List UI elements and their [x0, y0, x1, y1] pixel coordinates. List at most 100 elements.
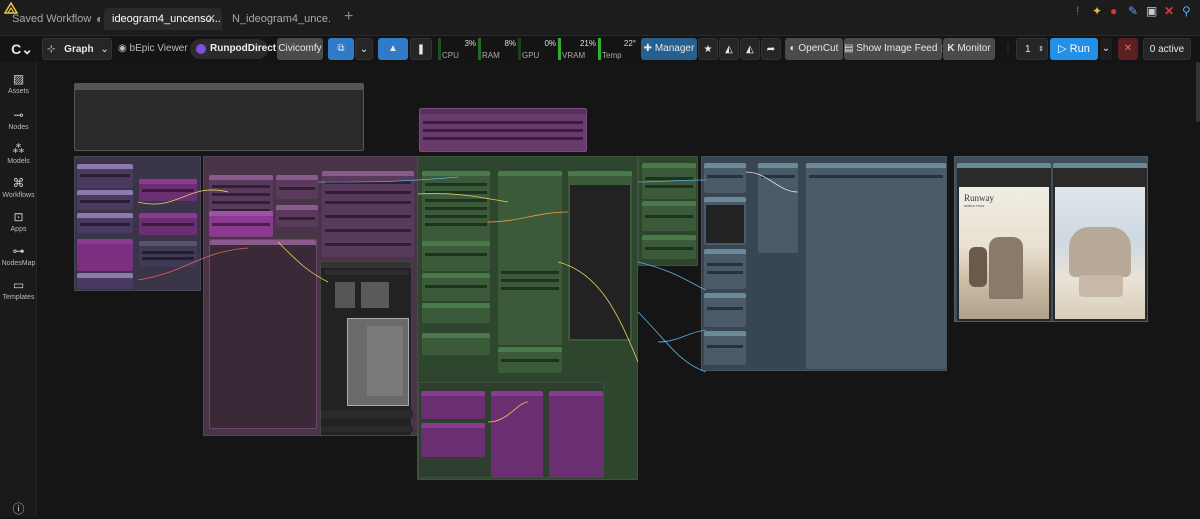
- monitor-label: CPU: [442, 51, 459, 60]
- share-button[interactable]: ➦: [761, 38, 781, 60]
- run-button[interactable]: ▷ Run: [1050, 38, 1098, 60]
- monitor-value: 3%: [464, 39, 476, 48]
- canvas-scrollbar[interactable]: [1196, 62, 1200, 122]
- group-loaders[interactable]: [74, 156, 201, 291]
- tab-label: Saved Workflow: [12, 13, 92, 25]
- graph-icon: ⊹: [47, 44, 56, 55]
- queue-count-value: 1: [1025, 44, 1031, 55]
- help-button[interactable]: ⓘ: [0, 500, 37, 519]
- note-node[interactable]: [74, 83, 364, 151]
- pen-extension-icon[interactable]: ✎: [1128, 4, 1138, 22]
- tab-bar: Saved Workflow ideogram4_uncenso... ✕ N_i…: [0, 0, 1200, 36]
- group-upscale[interactable]: [638, 156, 698, 266]
- monitor-temp: 22° Temp: [598, 38, 638, 60]
- monitor-button[interactable]: K Monitor: [943, 38, 995, 60]
- sidebar-item-models[interactable]: ⁂ Models: [0, 142, 37, 165]
- triangle-extension-button[interactable]: ▲: [378, 38, 408, 60]
- new-tab-plus-icon[interactable]: +: [344, 8, 353, 26]
- arrow-up-alt-button[interactable]: ◭: [740, 38, 760, 60]
- sidebar-item-label: NodesMap: [1, 260, 36, 267]
- opencut-icon: ◐: [789, 43, 796, 54]
- nodes-icon: ⊸: [13, 108, 24, 122]
- image-feed-label: Show Image Feed: [856, 43, 938, 54]
- screen-capture-icon: ⧉: [337, 43, 345, 54]
- play-icon: ▷: [1058, 43, 1067, 55]
- note-node-header: [75, 84, 363, 90]
- sidebar-item-label: Nodes: [8, 124, 29, 131]
- extension-alert-icon[interactable]: !: [1076, 4, 1079, 22]
- group-preview[interactable]: Runway WORLD TOUR: [954, 156, 1148, 322]
- opencut-button[interactable]: ◐ OpenCut: [785, 38, 843, 60]
- sidebar-item-label: Models: [7, 158, 30, 165]
- group-output[interactable]: [701, 156, 947, 371]
- sidebar: ▨ Assets ⊸ Nodes ⁂ Models ⌘ Workflows ⊡ Apps …: [0, 62, 37, 517]
- close-tab-icon[interactable]: ✕: [207, 8, 216, 30]
- civicomfy-button[interactable]: Civicomfy: [277, 38, 323, 60]
- image-editor-panel[interactable]: [320, 261, 413, 436]
- sidebar-item-workflows[interactable]: ⌘ Workflows: [0, 176, 37, 199]
- graph-mode-dropdown[interactable]: ⊹ Graph ⌄: [42, 38, 112, 60]
- share-icon: ➦: [766, 44, 776, 55]
- drag-handle-icon[interactable]: ⋮⋮: [1003, 38, 1023, 60]
- preview-image-2[interactable]: [1055, 187, 1145, 319]
- bepic-viewer-button[interactable]: ◉ bEpic Viewer: [118, 38, 188, 60]
- stepper-icon[interactable]: ⇕: [1038, 39, 1044, 61]
- monitor-value: 21%: [579, 39, 596, 48]
- capture-options-dropdown[interactable]: ⌄: [355, 38, 373, 60]
- preview-image-1[interactable]: Runway WORLD TOUR: [959, 187, 1049, 319]
- active-queue-button[interactable]: 0 active: [1143, 38, 1191, 60]
- sparkle-extension-icon[interactable]: ✦: [1092, 4, 1102, 22]
- stop-button[interactable]: ✕: [1118, 38, 1138, 60]
- runpod-icon: [196, 44, 206, 54]
- sidebar-item-assets[interactable]: ▨ Assets: [0, 72, 37, 95]
- puzzle-icon: ✚: [643, 43, 653, 54]
- monitor-label: VRAM: [562, 51, 586, 60]
- sidebar-item-nodesmap[interactable]: ⊶ NodesMap: [0, 244, 37, 267]
- star-button[interactable]: ★: [698, 38, 718, 60]
- runpod-label: RunpodDirect: [210, 43, 277, 54]
- triangle-icon: ◭: [725, 44, 733, 55]
- show-image-feed-button[interactable]: ▤ Show Image Feed ◎: [844, 38, 949, 60]
- close-extension-icon[interactable]: ✕: [1164, 4, 1174, 22]
- record-extension-icon[interactable]: ●: [1110, 4, 1117, 22]
- arrow-up-button[interactable]: ◭: [719, 38, 739, 60]
- monitor-ram: 8% RAM: [478, 38, 518, 60]
- monitor-level-bar: [518, 38, 521, 60]
- graph-mode-label: Graph: [64, 44, 94, 55]
- sitemap-icon: ⊶: [12, 244, 25, 258]
- screen-extension-icon[interactable]: ▣: [1146, 4, 1157, 22]
- triangle-logo-icon: ▲: [388, 43, 398, 54]
- screen-capture-button[interactable]: ⧉: [328, 38, 354, 60]
- prompt-node-top[interactable]: [419, 108, 587, 152]
- graph-canvas[interactable]: Runway WORLD TOUR: [38, 62, 1200, 517]
- sidebar-item-nodes[interactable]: ⊸ Nodes: [0, 108, 37, 131]
- sidebar-item-templates[interactable]: ▭ Templates: [0, 278, 37, 301]
- comfy-menu-logo-icon[interactable]: C⌄: [8, 38, 36, 60]
- runpod-direct-button[interactable]: RunpodDirect: [190, 39, 276, 59]
- monitor-k-icon: K: [947, 43, 955, 54]
- monitor-level-bar: [478, 38, 481, 60]
- manager-button[interactable]: ✚ Manager: [641, 38, 697, 60]
- queue-count-input[interactable]: 1 ⇕: [1016, 38, 1048, 60]
- bookmark-button[interactable]: ❚: [410, 38, 432, 60]
- manager-label: Manager: [654, 43, 695, 54]
- tab-saved-workflow[interactable]: Saved Workflow: [4, 8, 100, 30]
- workflow-icon: ⌘: [12, 176, 25, 190]
- group-prompting[interactable]: [203, 156, 418, 436]
- templates-icon: ▭: [12, 278, 25, 292]
- sidebar-item-apps[interactable]: ⊡ Apps: [0, 210, 37, 233]
- monitor-value: 0%: [544, 39, 556, 48]
- monitor-vram: 21% VRAM: [558, 38, 598, 60]
- tab-n-ideogram4[interactable]: N_ideogram4_unce...: [224, 8, 330, 30]
- group-refiner[interactable]: [418, 382, 604, 478]
- bookmark-icon: ❚: [416, 44, 426, 55]
- triangle-alt-icon: ◭: [746, 44, 754, 55]
- sidebar-item-label: Workflows: [2, 192, 35, 199]
- tab-ideogram4-uncensored[interactable]: ideogram4_uncenso... ✕: [104, 8, 222, 30]
- sidebar-item-label: Apps: [10, 226, 27, 233]
- pin-extension-icon[interactable]: ⚲: [1182, 4, 1191, 22]
- monitor-level-bar: [598, 38, 601, 60]
- run-options-dropdown[interactable]: ⌄: [1100, 38, 1112, 60]
- sidebar-item-label: Assets: [7, 88, 29, 95]
- opencut-label: OpenCut: [798, 43, 839, 54]
